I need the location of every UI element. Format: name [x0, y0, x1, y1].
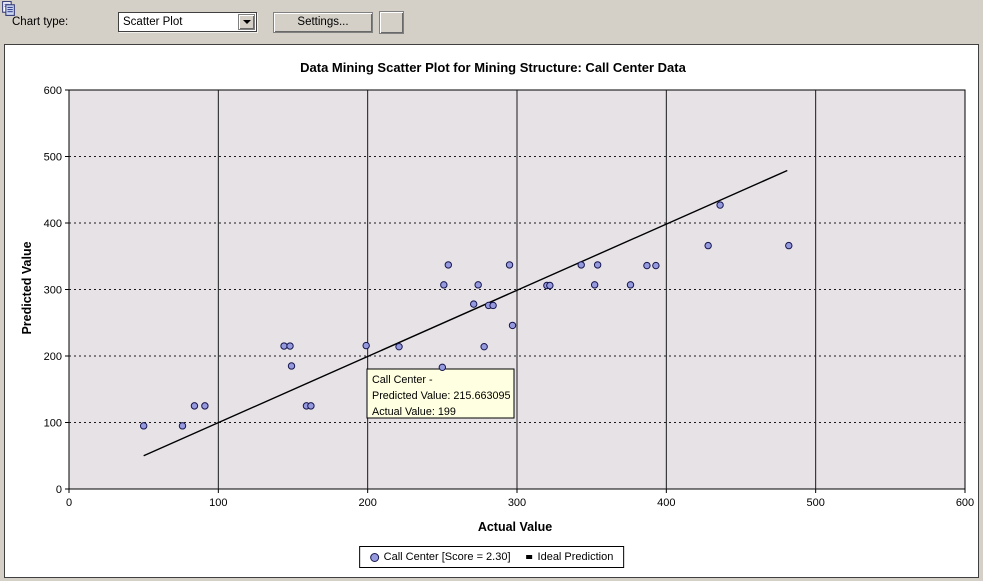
data-point[interactable] [547, 282, 553, 288]
y-tick-label: 400 [44, 218, 62, 230]
toolbar: Chart type: Scatter Plot Settings... [0, 0, 983, 44]
x-tick-label: 500 [806, 497, 824, 509]
data-point[interactable] [396, 343, 402, 349]
data-point[interactable] [481, 343, 487, 349]
data-point[interactable] [470, 301, 476, 307]
data-point[interactable] [287, 343, 293, 349]
plot-grid: 0 100 200 300 400 500 600 0 100 200 300 400 500 600 [44, 85, 975, 509]
x-tick-label: 400 [657, 497, 675, 509]
y-tick-label: 600 [44, 85, 62, 97]
data-point[interactable] [786, 242, 792, 248]
y-tick-label: 0 [56, 484, 62, 496]
settings-button-label: Settings... [297, 16, 348, 28]
legend-label-ideal-prediction: Ideal Prediction [538, 551, 614, 563]
data-point[interactable] [506, 262, 512, 268]
data-point[interactable] [191, 403, 197, 409]
data-point[interactable] [627, 282, 633, 288]
legend-item-ideal-prediction: Ideal Prediction [527, 551, 614, 563]
data-point[interactable] [705, 242, 711, 248]
chart-panel: Data Mining Scatter Plot for Mining Stru… [4, 44, 979, 578]
data-point[interactable] [490, 302, 496, 308]
data-point[interactable] [179, 423, 185, 429]
dropdown-arrow-icon[interactable] [238, 14, 255, 30]
data-point[interactable] [140, 423, 146, 429]
legend-item-call-center: Call Center [Score = 2.30] [370, 551, 511, 563]
settings-button[interactable]: Settings... [273, 12, 373, 33]
y-axis-title: Predicted Value [20, 241, 34, 334]
legend-label-call-center: Call Center [Score = 2.30] [384, 551, 511, 563]
x-tick-label: 0 [66, 497, 72, 509]
line-marker-icon [527, 555, 533, 559]
chart-type-label: Chart type: [12, 16, 118, 28]
data-point[interactable] [281, 343, 287, 349]
data-point[interactable] [644, 262, 650, 268]
tooltip: Call Center - Predicted Value: 215.66309… [367, 369, 514, 418]
y-tick-label: 500 [44, 152, 62, 164]
tooltip-line-2: Predicted Value: 215.663095 [372, 390, 510, 402]
y-tick-label: 200 [44, 351, 62, 363]
data-point[interactable] [441, 282, 447, 288]
data-point[interactable] [288, 363, 294, 369]
x-axis-title: Actual Value [478, 520, 552, 534]
x-tick-label: 300 [508, 497, 526, 509]
tooltip-line-1: Call Center - [372, 374, 433, 386]
data-point[interactable] [509, 322, 515, 328]
scatter-plot: Data Mining Scatter Plot for Mining Stru… [5, 45, 978, 577]
data-point[interactable] [363, 342, 369, 348]
scatter-marker-icon [370, 553, 379, 562]
y-tick-label: 100 [44, 418, 62, 430]
chart-legend: Call Center [Score = 2.30] Ideal Predict… [359, 546, 625, 568]
data-point[interactable] [475, 282, 481, 288]
data-point[interactable] [578, 262, 584, 268]
data-point[interactable] [202, 403, 208, 409]
data-point[interactable] [308, 403, 314, 409]
data-point[interactable] [653, 262, 659, 268]
x-tick-label: 100 [209, 497, 227, 509]
data-point[interactable] [717, 202, 723, 208]
data-point[interactable] [445, 262, 451, 268]
chart-type-dropdown[interactable]: Scatter Plot [118, 12, 257, 32]
data-point[interactable] [591, 282, 597, 288]
y-tick-label: 300 [44, 285, 62, 297]
chart-type-dropdown-value: Scatter Plot [119, 16, 238, 28]
copy-button[interactable] [379, 11, 404, 34]
x-tick-label: 600 [956, 497, 974, 509]
x-tick-label: 200 [358, 497, 376, 509]
data-point[interactable] [594, 262, 600, 268]
copy-icon [0, 0, 17, 17]
tooltip-line-3: Actual Value: 199 [372, 406, 456, 418]
chart-title: Data Mining Scatter Plot for Mining Stru… [300, 60, 686, 75]
data-point[interactable] [439, 364, 445, 370]
